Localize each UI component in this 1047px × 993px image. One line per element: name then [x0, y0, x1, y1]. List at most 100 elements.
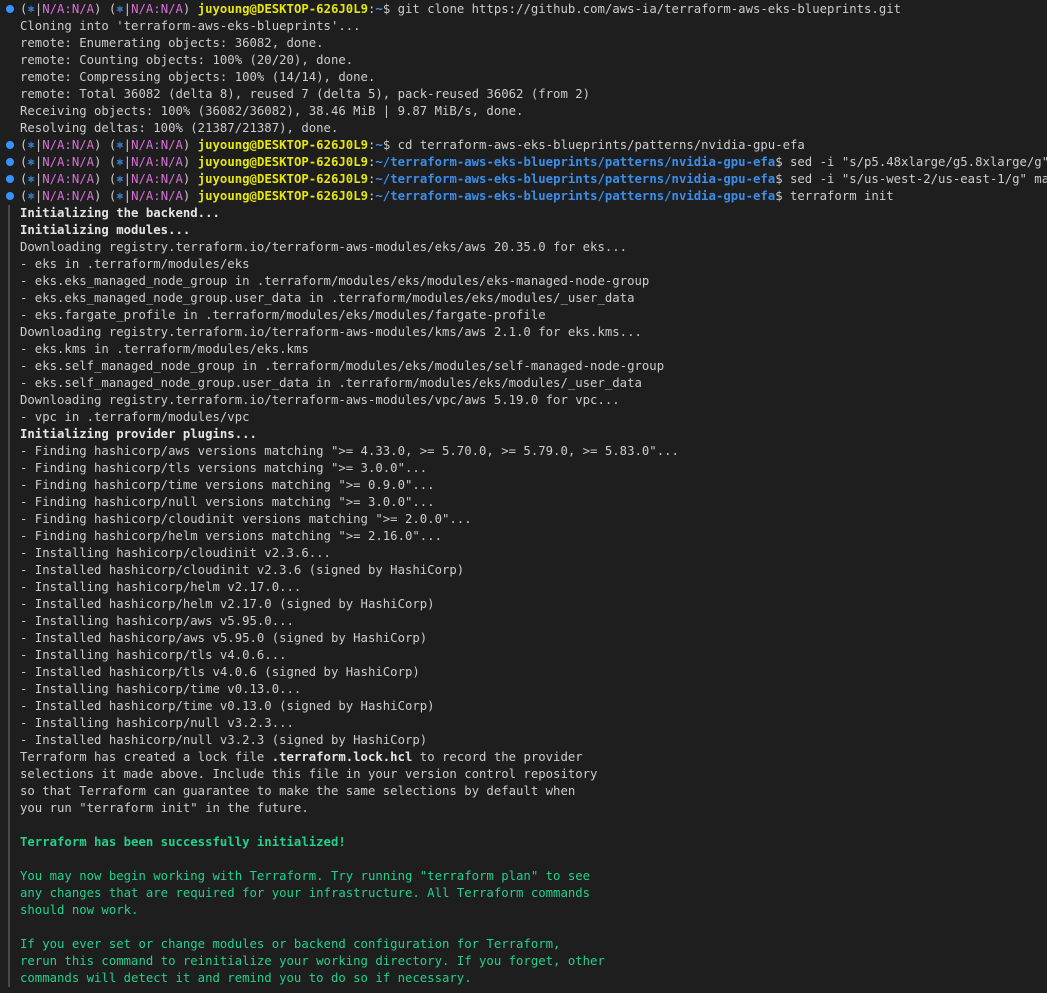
terminal-text-segment: - eks.fargate_profile in .terraform/modu… [20, 308, 546, 322]
terminal-text-segment: Downloading registry.terraform.io/terraf… [20, 325, 642, 339]
terminal-text-segment: Terraform has created a lock file [20, 750, 272, 764]
terminal-text-segment: ) [182, 2, 198, 16]
output-gutter-bar [8, 698, 10, 715]
output-gutter-bar [8, 545, 10, 562]
terminal-text-segment: N/A:N/A [131, 138, 183, 152]
output-gutter-bar [8, 800, 10, 817]
terminal-text-segment: ) ( [94, 189, 117, 203]
terminal-text-segment: remote: Enumerating objects: 36082, done… [20, 36, 324, 50]
terminal-text-segment: N/A:N/A [131, 189, 183, 203]
terminal-line: Initializing provider plugins... [0, 426, 1047, 443]
terminal-text-segment: ⎈ [116, 172, 124, 186]
terminal-text-segment: should now work. [20, 903, 139, 917]
terminal-line: You may now begin working with Terraform… [0, 868, 1047, 885]
terminal-text-segment: - Installing hashicorp/time v0.13.0... [20, 682, 302, 696]
terminal-text-segment: N/A:N/A [42, 2, 95, 16]
command-decoration-icon[interactable] [6, 141, 14, 149]
output-gutter-bar [8, 902, 10, 919]
terminal-line: remote: Counting objects: 100% (20/20), … [0, 52, 1047, 69]
output-gutter-bar [8, 630, 10, 647]
terminal-text-segment: - eks.eks_managed_node_group.user_data i… [20, 291, 635, 305]
terminal-text-segment: so that Terraform can guarantee to make … [20, 784, 576, 798]
terminal-line: - eks.fargate_profile in .terraform/modu… [0, 307, 1047, 324]
terminal-text-segment: - Finding hashicorp/helm versions matchi… [20, 529, 442, 543]
command-decoration-icon[interactable] [6, 175, 14, 183]
output-gutter-bar [8, 579, 10, 596]
terminal-text-segment: - eks.self_managed_node_group in .terraf… [20, 359, 665, 373]
terminal-text-segment: juyoung@DESKTOP-626J0L9 [197, 2, 368, 16]
terminal-line: Terraform has created a lock file .terra… [0, 749, 1047, 766]
terminal-text-segment: If you ever set or change modules or bac… [20, 937, 561, 951]
terminal-text-segment: - Installing hashicorp/tls v4.0.6... [20, 648, 287, 662]
terminal-line: - Finding hashicorp/tls versions matchin… [0, 460, 1047, 477]
output-gutter-bar [8, 205, 10, 222]
terminal-text-segment: Initializing provider plugins... [20, 427, 257, 441]
terminal-text-segment: ~/terraform-aws-eks-blueprints/patterns/… [375, 155, 776, 169]
terminal-line: Initializing modules... [0, 222, 1047, 239]
output-gutter-bar [8, 562, 10, 579]
terminal-text-segment: $ cd terraform-aws-eks-blueprints/patter… [382, 138, 805, 152]
terminal-line: you run "terraform init" in the future. [0, 800, 1047, 817]
command-decoration-icon[interactable] [6, 158, 14, 166]
terminal-line: - eks.kms in .terraform/modules/eks.kms [0, 341, 1047, 358]
terminal-text-segment: Downloading registry.terraform.io/terraf… [20, 393, 620, 407]
terminal-text-segment: ~ [375, 138, 383, 152]
terminal-text-segment: Resolving deltas: 100% (21387/21387), do… [20, 121, 339, 135]
terminal-text-segment: remote: Compressing objects: 100% (14/14… [20, 70, 376, 84]
terminal-text-segment: N/A:N/A [131, 155, 183, 169]
terminal-text-segment: commands will detect it and remind you t… [20, 971, 472, 985]
terminal-line: remote: Compressing objects: 100% (14/14… [0, 69, 1047, 86]
output-gutter-bar [8, 494, 10, 511]
terminal-text-segment: - eks in .terraform/modules/eks [20, 257, 250, 271]
output-gutter-bar [8, 392, 10, 409]
terminal-line: Downloading registry.terraform.io/terraf… [0, 239, 1047, 256]
terminal-line: Initializing the backend... [0, 205, 1047, 222]
terminal-line: (⎈|N/A:N/A) (⎈|N/A:N/A) juyoung@DESKTOP-… [0, 154, 1047, 171]
terminal-line: - Finding hashicorp/aws versions matchin… [0, 443, 1047, 460]
output-gutter-bar [8, 477, 10, 494]
terminal-text-segment: ~/terraform-aws-eks-blueprints/patterns/… [375, 172, 776, 186]
terminal-text-segment: - Finding hashicorp/time versions matchi… [20, 478, 435, 492]
terminal-text-segment: - Installed hashicorp/null v3.2.3 (signe… [20, 733, 428, 747]
terminal-text-segment: | [123, 189, 132, 203]
output-gutter-bar [8, 307, 10, 324]
output-gutter-bar [8, 817, 10, 834]
terminal-text-segment: juyoung@DESKTOP-626J0L9 [197, 172, 368, 186]
output-gutter-bar [8, 358, 10, 375]
terminal-text-segment: - eks.eks_managed_node_group in .terrafo… [20, 274, 650, 288]
terminal-output[interactable]: (⎈|N/A:N/A) (⎈|N/A:N/A) juyoung@DESKTOP-… [0, 1, 1047, 993]
terminal-text-segment: Initializing modules... [20, 223, 191, 237]
terminal-line: should now work. [0, 902, 1047, 919]
terminal-line: - eks in .terraform/modules/eks [0, 256, 1047, 273]
terminal-line: - Finding hashicorp/time versions matchi… [0, 477, 1047, 494]
terminal-line: - Installed hashicorp/time v0.13.0 (sign… [0, 698, 1047, 715]
terminal-line: Downloading registry.terraform.io/terraf… [0, 324, 1047, 341]
output-gutter-bar [8, 851, 10, 868]
terminal-text-segment: ⎈ [116, 138, 124, 152]
terminal-text-segment: | [123, 2, 132, 16]
terminal-text-segment: ⎈ [27, 189, 35, 203]
output-gutter-bar [8, 766, 10, 783]
terminal-text-segment: - vpc in .terraform/modules/vpc [20, 410, 250, 424]
terminal-text-segment: N/A:N/A [131, 172, 183, 186]
command-decoration-icon[interactable] [6, 5, 14, 13]
terminal-line: - Installed hashicorp/aws v5.95.0 (signe… [0, 630, 1047, 647]
terminal-line: - Installing hashicorp/helm v2.17.0... [0, 579, 1047, 596]
terminal-line: - vpc in .terraform/modules/vpc [0, 409, 1047, 426]
output-gutter-bar [8, 783, 10, 800]
terminal-text-segment: N/A:N/A [42, 138, 95, 152]
terminal-text-segment: - eks.self_managed_node_group.user_data … [20, 376, 642, 390]
terminal-text-segment: N/A:N/A [42, 189, 95, 203]
terminal-line: - Installing hashicorp/aws v5.95.0... [0, 613, 1047, 630]
output-gutter-bar [8, 596, 10, 613]
output-gutter-bar [8, 375, 10, 392]
output-gutter-bar [8, 222, 10, 239]
terminal-line: - Installing hashicorp/null v3.2.3... [0, 715, 1047, 732]
terminal-text-segment: $ sed -i "s/us-west-2/us-east-1/g" main.… [775, 172, 1047, 186]
terminal-text-segment: ~ [375, 2, 383, 16]
terminal-text-segment: - Installed hashicorp/aws v5.95.0 (signe… [20, 631, 428, 645]
terminal-text-segment: - eks.kms in .terraform/modules/eks.kms [20, 342, 309, 356]
output-gutter-bar [8, 290, 10, 307]
command-decoration-icon[interactable] [6, 192, 14, 200]
terminal-line: - Finding hashicorp/null versions matchi… [0, 494, 1047, 511]
